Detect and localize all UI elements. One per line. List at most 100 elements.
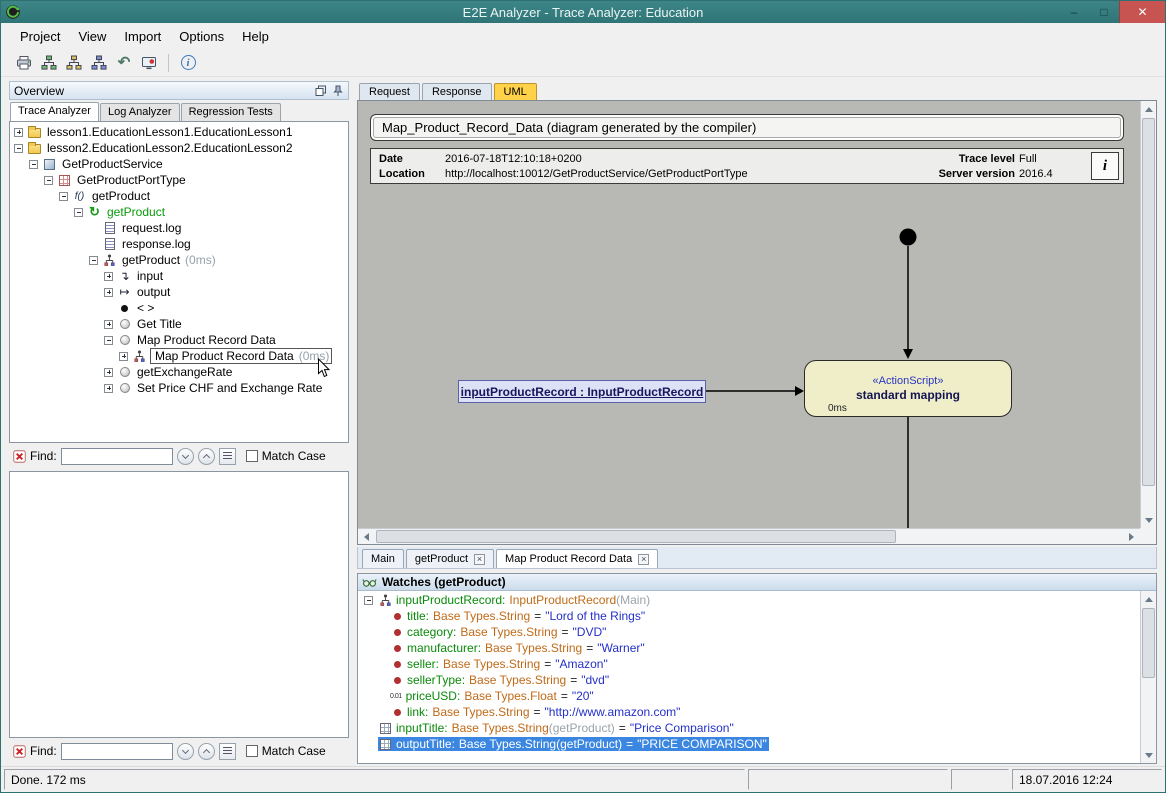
menu-import[interactable]: Import	[115, 26, 170, 47]
match-case-checkbox[interactable]	[246, 745, 258, 757]
tree-item[interactable]: GetProductService	[10, 156, 348, 172]
tree-item[interactable]: getExchangeRate	[10, 364, 348, 380]
scrollbar-thumb[interactable]	[1142, 118, 1155, 486]
watch-item-selected[interactable]: outputTitle: Base Types.String (getProdu…	[358, 736, 1156, 752]
tree-item[interactable]: ↴ input	[10, 268, 348, 284]
tab-response[interactable]: Response	[422, 83, 492, 100]
watch-item[interactable]: title: Base Types.String = "Lord of the …	[358, 608, 1156, 624]
expander-icon[interactable]	[104, 288, 113, 297]
pin-panel-icon[interactable]	[332, 85, 344, 97]
find-list-button[interactable]	[219, 448, 236, 465]
tree-item[interactable]: ↦ output	[10, 284, 348, 300]
find-next-button[interactable]	[177, 448, 194, 465]
diagram-horizontal-scrollbar[interactable]	[358, 528, 1140, 544]
scrollbar-thumb[interactable]	[1142, 608, 1155, 678]
scroll-up-button[interactable]	[1141, 101, 1157, 116]
expander-icon[interactable]	[44, 176, 53, 185]
watch-item[interactable]: inputTitle: Base Types.String (getProduc…	[358, 720, 1156, 736]
model-tree-blue-button[interactable]	[88, 52, 110, 74]
find-previous-button[interactable]	[198, 448, 215, 465]
menu-view[interactable]: View	[69, 26, 115, 47]
expander-icon[interactable]	[59, 192, 68, 201]
expander-icon[interactable]	[104, 320, 113, 329]
watch-item[interactable]: seller: Base Types.String = "Amazon"	[358, 656, 1156, 672]
trace-button[interactable]	[138, 52, 160, 74]
watch-item[interactable]: 0.01 priceUSD: Base Types.Float = "20"	[358, 688, 1156, 704]
tree-item[interactable]: GetProductPortType	[10, 172, 348, 188]
uml-action-node[interactable]: «ActionScript» standard mapping 0ms	[804, 360, 1012, 417]
scroll-left-button[interactable]	[358, 529, 374, 544]
tab-trace-analyzer[interactable]: Trace Analyzer	[10, 102, 99, 121]
tree-item[interactable]: Map Product Record Data	[10, 332, 348, 348]
float-panel-icon[interactable]	[315, 85, 327, 97]
expander-icon[interactable]	[74, 208, 83, 217]
initial-node[interactable]	[900, 229, 917, 246]
clear-find-icon[interactable]	[13, 450, 26, 463]
menu-help[interactable]: Help	[233, 26, 278, 47]
match-case-checkbox[interactable]	[246, 450, 258, 462]
tree-item[interactable]: Get Title	[10, 316, 348, 332]
expander-icon[interactable]	[14, 128, 23, 137]
print-button[interactable]	[13, 52, 35, 74]
tab-regression-tests[interactable]: Regression Tests	[181, 103, 281, 121]
watch-item[interactable]: manufacturer: Base Types.String = "Warne…	[358, 640, 1156, 656]
find-list-button[interactable]	[219, 743, 236, 760]
expander-icon[interactable]	[14, 144, 23, 153]
tree-item[interactable]: response.log	[10, 236, 348, 252]
scroll-right-button[interactable]	[1124, 529, 1140, 544]
model-tree-yellow-button[interactable]	[63, 52, 85, 74]
minimize-button[interactable]: –	[1059, 1, 1089, 23]
watch-item[interactable]: category: Base Types.String = "DVD"	[358, 624, 1156, 640]
find-next-button[interactable]	[177, 743, 194, 760]
maximize-button[interactable]: □	[1089, 1, 1119, 23]
doc-tab-main[interactable]: Main	[362, 549, 404, 568]
tree-item-selected[interactable]: Map Product Record Data (0ms)	[10, 348, 348, 364]
expander-icon[interactable]	[104, 336, 113, 345]
scroll-up-button[interactable]	[1141, 591, 1157, 606]
close-button[interactable]: ✕	[1119, 1, 1165, 23]
find-input-2[interactable]	[61, 743, 173, 760]
watch-item[interactable]: inputProductRecord: InputProductRecord (…	[358, 592, 1156, 608]
expander-icon[interactable]	[119, 352, 128, 361]
tree-item[interactable]: getProduct	[10, 204, 348, 220]
info-button[interactable]: i	[177, 52, 199, 74]
close-tab-icon[interactable]: ×	[638, 554, 649, 565]
diagram-vertical-scrollbar[interactable]	[1140, 101, 1156, 528]
watch-item[interactable]: sellerType: Base Types.String = "dvd"	[358, 672, 1156, 688]
watches-vertical-scrollbar[interactable]	[1140, 591, 1156, 763]
expander-icon[interactable]	[29, 160, 38, 169]
diagram-canvas[interactable]: Map_Product_Record_Data (diagram generat…	[358, 101, 1140, 528]
tab-log-analyzer[interactable]: Log Analyzer	[100, 103, 180, 121]
find-input[interactable]	[61, 448, 173, 465]
expander-icon[interactable]	[89, 256, 98, 265]
doc-tab-map-product-record-data[interactable]: Map Product Record Data ×	[496, 549, 658, 568]
tree-item[interactable]: Set Price CHF and Exchange Rate	[10, 380, 348, 396]
find-previous-button[interactable]	[198, 743, 215, 760]
close-tab-icon[interactable]: ×	[474, 554, 485, 565]
tree-item[interactable]: lesson2.EducationLesson2.EducationLesson…	[10, 140, 348, 156]
scroll-down-button[interactable]	[1141, 513, 1157, 528]
expander-icon[interactable]	[364, 596, 373, 605]
tree-item[interactable]: request.log	[10, 220, 348, 236]
model-tree-green-button[interactable]	[38, 52, 60, 74]
diagram-info-button[interactable]: i	[1091, 152, 1119, 180]
expander-icon[interactable]	[104, 384, 113, 393]
expander-icon[interactable]	[104, 272, 113, 281]
menu-project[interactable]: Project	[11, 26, 69, 47]
tree-item[interactable]: f() getProduct	[10, 188, 348, 204]
clear-find-icon[interactable]	[13, 745, 26, 758]
doc-tab-getproduct[interactable]: getProduct ×	[406, 549, 494, 568]
tree-item[interactable]: lesson1.EducationLesson1.EducationLesson…	[10, 124, 348, 140]
undo-button[interactable]: ↶	[113, 52, 135, 74]
tab-uml[interactable]: UML	[494, 83, 537, 100]
expander-icon[interactable]	[104, 368, 113, 377]
scrollbar-thumb[interactable]	[376, 530, 896, 543]
tree-item[interactable]: < >	[10, 300, 348, 316]
uml-object-node[interactable]: inputProductRecord : InputProductRecord	[458, 380, 706, 403]
watch-item[interactable]: link: Base Types.String = "http://www.am…	[358, 704, 1156, 720]
secondary-tree-panel[interactable]	[9, 471, 349, 738]
menu-options[interactable]: Options	[170, 26, 233, 47]
tab-request[interactable]: Request	[359, 83, 420, 100]
scroll-down-button[interactable]	[1141, 748, 1157, 763]
tree-item[interactable]: getProduct (0ms)	[10, 252, 348, 268]
